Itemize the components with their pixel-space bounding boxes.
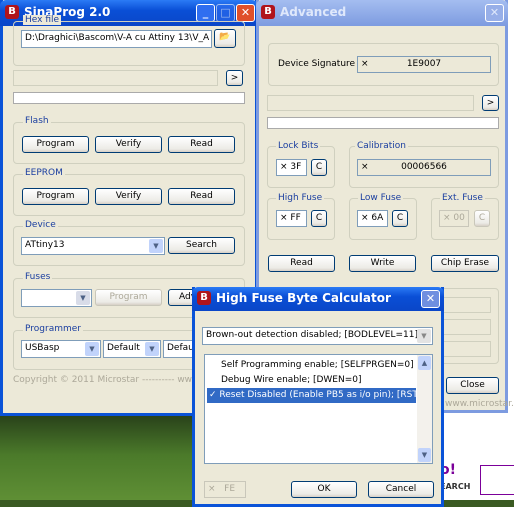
device-value: ATtiny13 (25, 240, 65, 250)
chevron-down-icon: ▼ (417, 329, 431, 343)
bod-level-value: Brown-out detection disabled; [BODLEVEL=… (206, 330, 419, 340)
scrollbar[interactable]: ▲ ▼ (417, 355, 432, 463)
dialog-title: High Fuse Byte Calculator (216, 291, 391, 305)
ext-fuse-field[interactable]: 00 (453, 213, 464, 223)
app-logo-icon: B (261, 5, 275, 19)
bod-level-select[interactable]: Brown-out detection disabled; [BODLEVEL=… (202, 327, 433, 345)
port-select[interactable]: Default ▼ (103, 340, 161, 358)
list-item-label: Debug Wire enable; [DWEN=0] (221, 375, 362, 385)
progress-bar (13, 92, 245, 104)
x-icon: × (280, 162, 288, 172)
search-button[interactable]: Search (168, 237, 235, 254)
read-button[interactable]: Read (268, 255, 335, 272)
eeprom-label: EEPROM (23, 168, 65, 178)
low-fuse-label: Low Fuse (358, 193, 404, 203)
scroll-up-icon[interactable]: ▲ (418, 356, 431, 370)
chevron-down-icon: ▼ (149, 239, 163, 253)
maximize-button[interactable]: □ (216, 4, 235, 22)
checkmark-icon: ✓ (209, 390, 220, 400)
scroll-down-icon[interactable]: ▼ (418, 448, 431, 462)
calibration-field: × 00006566 (357, 159, 491, 176)
web-search-input[interactable] (480, 465, 514, 495)
x-icon: × (280, 213, 288, 223)
background-webpage-search: o! EARCH (440, 410, 514, 500)
eeprom-verify-button[interactable]: Verify (95, 188, 162, 205)
fuses-program-button[interactable]: Program (95, 289, 162, 306)
title-bar: B Advanced ✕ (256, 0, 508, 26)
ext-fuse-label: Ext. Fuse (440, 193, 485, 203)
window-title: Advanced (280, 5, 347, 19)
port-value: Default (107, 343, 140, 353)
close-button[interactable]: ✕ (236, 4, 255, 22)
lock-bits-field[interactable]: 3F (290, 162, 301, 172)
list-item-label: Self Programming enable; [SELFPRGEN=0] (221, 360, 414, 370)
programmer-label: Programmer (23, 324, 83, 334)
flash-label: Flash (23, 116, 51, 126)
eeprom-read-button[interactable]: Read (168, 188, 235, 205)
close-button[interactable]: ✕ (485, 4, 504, 22)
speed-value: Defau (167, 343, 194, 353)
high-fuse-config-button[interactable]: C (311, 210, 327, 227)
x-icon: × (361, 213, 369, 223)
copyright-text: Copyright © 2011 Microstar ---------- ww… (13, 375, 200, 385)
calibration-value: 00006566 (401, 162, 447, 172)
chevron-down-icon: ▼ (85, 342, 99, 356)
search-label: EARCH (440, 482, 471, 491)
high-fuse-calculator-dialog: B High Fuse Byte Calculator ✕ Brown-out d… (192, 287, 444, 507)
hex-file-label: Hex file (23, 15, 62, 25)
chip-erase-button[interactable]: Chip Erase (431, 255, 499, 272)
cancel-button[interactable]: Cancel (368, 481, 434, 498)
title-bar: B High Fuse Byte Calculator ✕ (192, 287, 444, 311)
low-fuse-config-button[interactable]: C (392, 210, 408, 227)
device-signature-field: × 1E9007 (357, 56, 491, 73)
website-link[interactable]: www.microstar.ir (445, 399, 514, 409)
device-label: Device (23, 220, 58, 230)
status-field (13, 70, 218, 86)
ok-button[interactable]: OK (291, 481, 357, 498)
fuse-value-field: FE (224, 484, 236, 494)
app-logo-icon: B (197, 291, 211, 305)
eeprom-program-button[interactable]: Program (22, 188, 89, 205)
app-logo-icon: B (5, 5, 19, 19)
device-select[interactable]: ATtiny13 ▼ (21, 237, 165, 255)
ext-fuse-config-button[interactable]: C (474, 210, 490, 227)
fuse-options-list[interactable]: Self Programming enable; [SELFPRGEN=0] D… (204, 354, 433, 464)
device-signature-label: Device Signature (278, 59, 356, 69)
list-item[interactable]: Debug Wire enable; [DWEN=0] (207, 373, 416, 388)
x-icon: × (208, 484, 216, 494)
lock-bits-config-button[interactable]: C (311, 159, 327, 176)
lock-bits-label: Lock Bits (276, 141, 321, 151)
list-item-selected[interactable]: ✓ Reset Disabled (Enable PB5 as i/o pin)… (207, 388, 416, 403)
signature-value: 1E9007 (406, 59, 442, 69)
command-go-button[interactable]: > (226, 70, 243, 86)
fuses-select[interactable]: ▼ (21, 289, 92, 307)
write-button[interactable]: Write (349, 255, 416, 272)
flash-verify-button[interactable]: Verify (95, 136, 162, 153)
chevron-down-icon: ▼ (145, 342, 159, 356)
high-fuse-label: High Fuse (276, 193, 325, 203)
command-go-button[interactable]: > (482, 95, 499, 111)
calibration-label: Calibration (355, 141, 408, 151)
low-fuse-field[interactable]: 6A (371, 213, 383, 223)
x-icon: × (443, 213, 451, 223)
programmer-value: USBasp (25, 343, 60, 353)
flash-read-button[interactable]: Read (168, 136, 235, 153)
close-button[interactable]: ✕ (421, 290, 440, 308)
hex-file-input[interactable]: D:\Draghici\Bascom\V-A cu Attiny 13\V_A (21, 30, 212, 48)
flash-program-button[interactable]: Program (22, 136, 89, 153)
list-item[interactable]: Self Programming enable; [SELFPRGEN=0] (207, 358, 416, 373)
high-fuse-field[interactable]: FF (290, 213, 300, 223)
programmer-select[interactable]: USBasp ▼ (21, 340, 101, 358)
status-field (267, 95, 474, 111)
chevron-down-icon: ▼ (76, 291, 90, 305)
minimize-button[interactable]: _ (196, 4, 215, 22)
close-advanced-button[interactable]: Close (446, 377, 499, 394)
open-folder-icon[interactable]: 📂 (214, 29, 236, 48)
fuses-label: Fuses (23, 272, 53, 282)
progress-bar (267, 117, 499, 129)
list-item-label: Reset Disabled (Enable PB5 as i/o pin); … (219, 390, 416, 400)
